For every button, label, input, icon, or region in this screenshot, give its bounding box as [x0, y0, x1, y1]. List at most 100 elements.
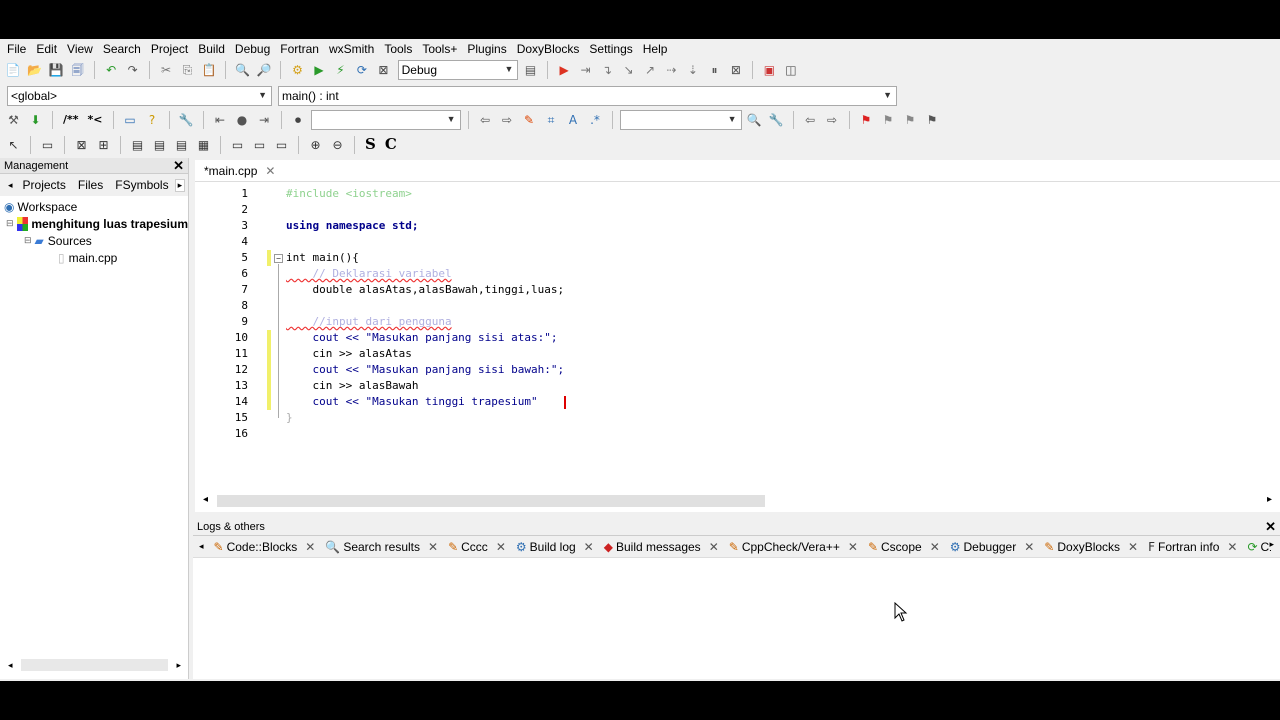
align-center-icon[interactable]: ▤ — [150, 135, 169, 154]
step-into-icon[interactable]: ↘ — [619, 60, 637, 79]
expand-icon[interactable]: ▭ — [228, 135, 247, 154]
format-icon[interactable]: ⌗ — [542, 110, 561, 129]
collapse-icon[interactable]: ⊟ — [6, 218, 14, 229]
abort-icon[interactable]: ⊠ — [374, 60, 392, 79]
align-justify-icon[interactable]: ▦ — [194, 135, 213, 154]
flag-next-icon[interactable]: ⚑ — [901, 110, 920, 129]
next-bookmark-icon[interactable]: ⇥ — [255, 110, 274, 129]
chevron-left-icon[interactable]: ◂ — [203, 494, 208, 505]
style-s-button[interactable]: S — [362, 135, 379, 154]
chevron-left-icon[interactable]: ◂ — [197, 541, 210, 552]
tab-cppcheck[interactable]: ✎ CppCheck/Vera++ ✕ — [725, 540, 864, 554]
menu-tools[interactable]: Tools — [379, 42, 417, 56]
tab-files[interactable]: Files — [72, 178, 109, 192]
tab-fortran-info[interactable]: F Fortran info ✕ — [1144, 540, 1243, 554]
tree-project[interactable]: ⊟ menghitung luas trapesium — [0, 215, 188, 232]
close-icon[interactable]: ✕ — [496, 540, 506, 554]
function-select[interactable]: main() : int ▼ — [278, 85, 897, 106]
tab-debugger[interactable]: ⚙ Debugger ✕ — [946, 540, 1041, 554]
macro-record-icon[interactable]: ⏺ — [289, 110, 308, 129]
block-comment-button[interactable]: /** — [60, 110, 82, 129]
next-line-icon[interactable]: ↴ — [598, 60, 616, 79]
target-dialog-icon[interactable]: ▤ — [521, 60, 539, 79]
close-icon[interactable]: ✕ — [428, 540, 438, 554]
chevron-right-icon[interactable]: ▸ — [1269, 539, 1274, 550]
step-out-icon[interactable]: ↗ — [641, 60, 659, 79]
close-icon[interactable]: ✕ — [930, 540, 940, 554]
menu-tools-plus[interactable]: Tools+ — [417, 42, 462, 56]
chevron-right-icon[interactable]: ▸ — [1267, 494, 1272, 505]
menu-file[interactable]: File — [2, 42, 31, 56]
build-icon[interactable]: ⚙ — [288, 60, 306, 79]
tab-cscope[interactable]: ✎ Cscope ✕ — [864, 540, 946, 554]
close-icon[interactable]: ✕ — [1024, 540, 1034, 554]
menu-build[interactable]: Build — [193, 42, 230, 56]
new-file-icon[interactable]: 📄 — [4, 60, 22, 79]
fold-icon[interactable]: − — [274, 254, 283, 263]
rebuild-icon[interactable]: ⟳ — [353, 60, 371, 79]
jump-back-icon[interactable]: ⇦ — [476, 110, 495, 129]
menu-project[interactable]: Project — [146, 42, 193, 56]
tree-sources[interactable]: ⊟ ▰ Sources — [0, 232, 188, 249]
tab-cccc[interactable]: ✎ Cccc ✕ — [444, 540, 512, 554]
toggle-bookmark-icon[interactable]: ● — [233, 110, 252, 129]
tab-doxyblocks[interactable]: ✎ DoxyBlocks ✕ — [1040, 540, 1144, 554]
stop-icon[interactable]: ⊠ — [727, 60, 745, 79]
menu-doxyblocks[interactable]: DoxyBlocks — [512, 42, 585, 56]
highlight-icon[interactable]: ✎ — [520, 110, 539, 129]
save-icon[interactable]: 💾 — [47, 60, 65, 79]
tab-main-cpp[interactable]: *main.cpp — [200, 164, 261, 178]
close-icon[interactable]: ✕ — [1227, 540, 1237, 554]
border-icon[interactable]: ▭ — [272, 135, 291, 154]
regex-icon[interactable]: .* — [586, 110, 605, 129]
spell-check-icon[interactable]: A — [564, 110, 583, 129]
menu-search[interactable]: Search — [98, 42, 146, 56]
menu-fortran[interactable]: Fortran — [275, 42, 324, 56]
cut-icon[interactable]: ✂ — [157, 60, 175, 79]
scope-select[interactable]: <global> ▼ — [7, 85, 272, 106]
tab-build-messages[interactable]: ◆ Build messages ✕ — [600, 540, 725, 554]
menu-plugins[interactable]: Plugins — [462, 42, 511, 56]
flag-prev-icon[interactable]: ⚑ — [879, 110, 898, 129]
menu-view[interactable]: View — [62, 42, 98, 56]
close-icon[interactable]: ✕ — [173, 158, 184, 174]
tab-search-results[interactable]: 🔍 Search results ✕ — [321, 540, 444, 554]
collapse-icon[interactable]: ⊟ — [24, 235, 32, 246]
tab-build-log[interactable]: ⚙ Build log ✕ — [512, 540, 600, 554]
flag-icon[interactable]: ⚑ — [857, 110, 876, 129]
various-info-icon[interactable]: ◫ — [782, 60, 800, 79]
run-icon[interactable]: ▶ — [310, 60, 328, 79]
build-and-run-icon[interactable]: ⚡ — [331, 60, 349, 79]
close-icon[interactable]: ✕ — [305, 540, 315, 554]
zoom-out-icon[interactable]: ⊖ — [328, 135, 347, 154]
undo-icon[interactable]: ↶ — [102, 60, 120, 79]
tab-codeblocks[interactable]: ✎ Code::Blocks ✕ — [210, 540, 322, 554]
find-icon[interactable]: 🔍 — [233, 60, 251, 79]
close-icon[interactable]: ✕ — [709, 540, 719, 554]
menu-wxsmith[interactable]: wxSmith — [324, 42, 379, 56]
tree-file[interactable]: ▯ main.cpp — [0, 249, 188, 266]
chevron-left-icon[interactable]: ◂ — [4, 180, 17, 191]
jump-forward-icon[interactable]: ⇨ — [498, 110, 517, 129]
debug-start-icon[interactable]: ▶ — [555, 60, 573, 79]
style-c-button[interactable]: C — [382, 135, 400, 154]
line-comment-button[interactable]: *< — [85, 110, 106, 129]
menu-settings[interactable]: Settings — [584, 42, 637, 56]
align-right-icon[interactable]: ▤ — [172, 135, 191, 154]
settings-icon[interactable]: 🔧 — [767, 110, 786, 129]
shrink-icon[interactable]: ▭ — [250, 135, 269, 154]
open-file-icon[interactable]: 📂 — [25, 60, 43, 79]
next-instruction-icon[interactable]: ⇢ — [662, 60, 680, 79]
prev-bookmark-icon[interactable]: ⇤ — [211, 110, 230, 129]
redo-icon[interactable]: ↷ — [123, 60, 141, 79]
close-icon[interactable]: ✕ — [1265, 519, 1276, 535]
back-icon[interactable]: ⇦ — [801, 110, 820, 129]
copy-icon[interactable]: ⎘ — [178, 60, 196, 79]
doxy-wizard-icon[interactable]: ⚒ — [4, 110, 23, 129]
step-instruction-icon[interactable]: ⇣ — [684, 60, 702, 79]
sizer-grid-icon[interactable]: ⊞ — [94, 135, 113, 154]
close-icon[interactable]: ✕ — [584, 540, 594, 554]
paste-icon[interactable]: 📋 — [200, 60, 218, 79]
html-docs-icon[interactable]: ▭ — [121, 110, 140, 129]
chevron-right-icon[interactable]: ▸ — [168, 660, 189, 671]
